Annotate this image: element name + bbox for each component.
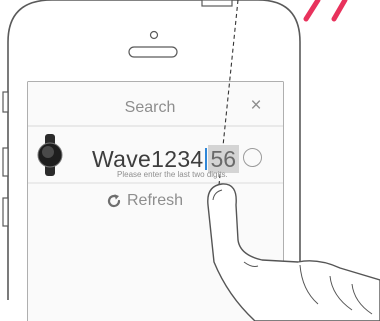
refresh-icon	[107, 194, 121, 208]
illustration: Search × Wave1234 56 Please enter the la…	[0, 0, 380, 321]
device-select-radio[interactable]	[243, 148, 262, 167]
refresh-button[interactable]: Refresh	[106, 190, 183, 212]
last-two-digits-input[interactable]: 56	[207, 145, 240, 173]
input-hint: Please enter the last two digits.	[117, 170, 228, 179]
text-cursor	[204, 148, 207, 170]
power-button	[201, 0, 233, 7]
volume-button	[2, 91, 9, 113]
close-icon[interactable]: ×	[246, 96, 266, 116]
refresh-label: Refresh	[127, 192, 184, 209]
dialog-title: Search	[124, 99, 176, 116]
accent-mark	[331, 0, 348, 22]
volume-button	[2, 197, 9, 227]
device-name-prefix: Wave1234	[92, 145, 204, 172]
accent-mark	[303, 0, 321, 22]
volume-button	[2, 147, 9, 177]
